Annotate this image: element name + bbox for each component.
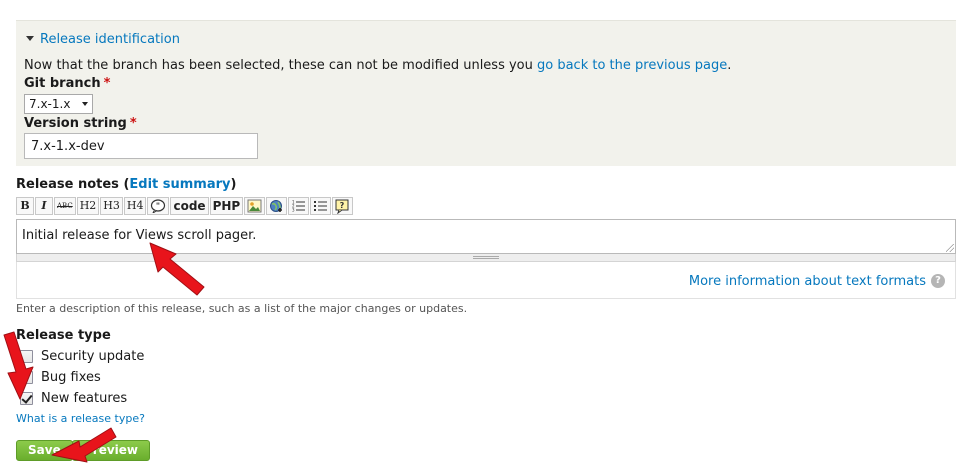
release-notes-description: Enter a description of this release, suc… bbox=[16, 302, 468, 315]
grip-lines-icon bbox=[473, 256, 499, 259]
bold-button[interactable]: B bbox=[16, 197, 34, 215]
image-button[interactable] bbox=[244, 197, 266, 215]
required-marker: * bbox=[129, 116, 137, 131]
globe-link-icon bbox=[270, 199, 283, 212]
version-string-input[interactable]: 7.x-1.x-dev bbox=[24, 133, 258, 159]
fieldset-legend[interactable]: Release identification bbox=[26, 32, 180, 47]
version-string-label-text: Version string bbox=[24, 116, 127, 131]
release-type-help-link[interactable]: What is a release type? bbox=[16, 412, 145, 425]
security-update-label: Security update bbox=[41, 349, 145, 364]
h3-button[interactable]: H3 bbox=[100, 197, 123, 215]
image-icon bbox=[247, 199, 262, 213]
release-notes-text: Initial release for Views scroll pager. bbox=[22, 228, 257, 243]
previous-page-link[interactable]: go back to the previous page bbox=[537, 58, 727, 73]
svg-text:": " bbox=[156, 202, 160, 211]
fieldset-legend-link[interactable]: Release identification bbox=[40, 32, 180, 47]
release-identification-fieldset: Release identification Now that the bran… bbox=[16, 20, 956, 166]
security-update-option[interactable]: Security update bbox=[20, 349, 144, 364]
h4-button[interactable]: H4 bbox=[123, 197, 147, 215]
blockquote-button[interactable]: " bbox=[147, 197, 170, 215]
new-features-checkbox[interactable] bbox=[20, 392, 33, 405]
text-format-wrapper: More information about text formats ? bbox=[16, 262, 956, 299]
code-button[interactable]: code bbox=[170, 197, 209, 215]
git-branch-value: 7.x-1.x bbox=[29, 97, 71, 111]
version-string-label: Version string * bbox=[24, 116, 137, 131]
branch-notice: Now that the branch has been selected, t… bbox=[24, 58, 731, 73]
resize-corner-icon[interactable] bbox=[946, 244, 954, 252]
svg-text:3: 3 bbox=[292, 208, 295, 213]
help-bubble-icon: ? bbox=[335, 199, 349, 214]
dropdown-arrow-icon bbox=[82, 102, 88, 106]
collapse-triangle-icon bbox=[26, 36, 34, 41]
preview-button[interactable]: Preview bbox=[72, 440, 151, 461]
paren-close: ) bbox=[230, 177, 237, 192]
git-branch-label: Git branch * bbox=[24, 76, 110, 91]
save-button[interactable]: Save bbox=[16, 440, 73, 461]
new-features-label: New features bbox=[41, 391, 128, 406]
ordered-list-button[interactable]: 1 2 3 bbox=[288, 197, 310, 215]
release-notes-label: Release notes (Edit summary) bbox=[16, 177, 236, 192]
ordered-list-icon: 1 2 3 bbox=[292, 200, 306, 213]
paren-open: ( bbox=[118, 177, 130, 192]
notice-text: Now that the branch has been selected, t… bbox=[24, 58, 537, 73]
bug-fixes-label: Bug fixes bbox=[41, 370, 101, 385]
release-notes-label-text: Release notes bbox=[16, 177, 119, 192]
help-button[interactable]: ? bbox=[332, 197, 354, 215]
release-type-label: Release type bbox=[16, 328, 111, 343]
italic-button[interactable]: I bbox=[35, 197, 53, 215]
unordered-list-icon bbox=[314, 201, 328, 211]
editor-toolbar: B I ABC H2 H3 H4 " code PHP 1 2 3 ? bbox=[16, 197, 354, 217]
edit-summary-link[interactable]: Edit summary bbox=[129, 177, 230, 192]
svg-text:?: ? bbox=[340, 201, 345, 210]
required-marker: * bbox=[103, 76, 111, 91]
unordered-list-button[interactable] bbox=[310, 197, 332, 215]
new-features-option[interactable]: New features bbox=[20, 391, 127, 406]
h2-button[interactable]: H2 bbox=[76, 197, 100, 215]
security-update-checkbox[interactable] bbox=[20, 350, 33, 363]
git-branch-label-text: Git branch bbox=[24, 76, 101, 91]
notice-end: . bbox=[727, 58, 732, 73]
php-button[interactable]: PHP bbox=[209, 197, 244, 215]
bug-fixes-checkbox[interactable] bbox=[20, 371, 33, 384]
git-branch-select[interactable]: 7.x-1.x bbox=[24, 94, 93, 114]
bug-fixes-option[interactable]: Bug fixes bbox=[20, 370, 101, 385]
release-notes-textarea[interactable]: Initial release for Views scroll pager. bbox=[16, 219, 956, 254]
textarea-resize-handle[interactable] bbox=[16, 254, 956, 262]
quote-icon: " bbox=[151, 199, 166, 213]
help-icon[interactable]: ? bbox=[931, 274, 945, 288]
strikethrough-button[interactable]: ABC bbox=[54, 197, 76, 215]
text-formats-link[interactable]: More information about text formats bbox=[689, 274, 926, 289]
link-button[interactable] bbox=[266, 197, 288, 215]
